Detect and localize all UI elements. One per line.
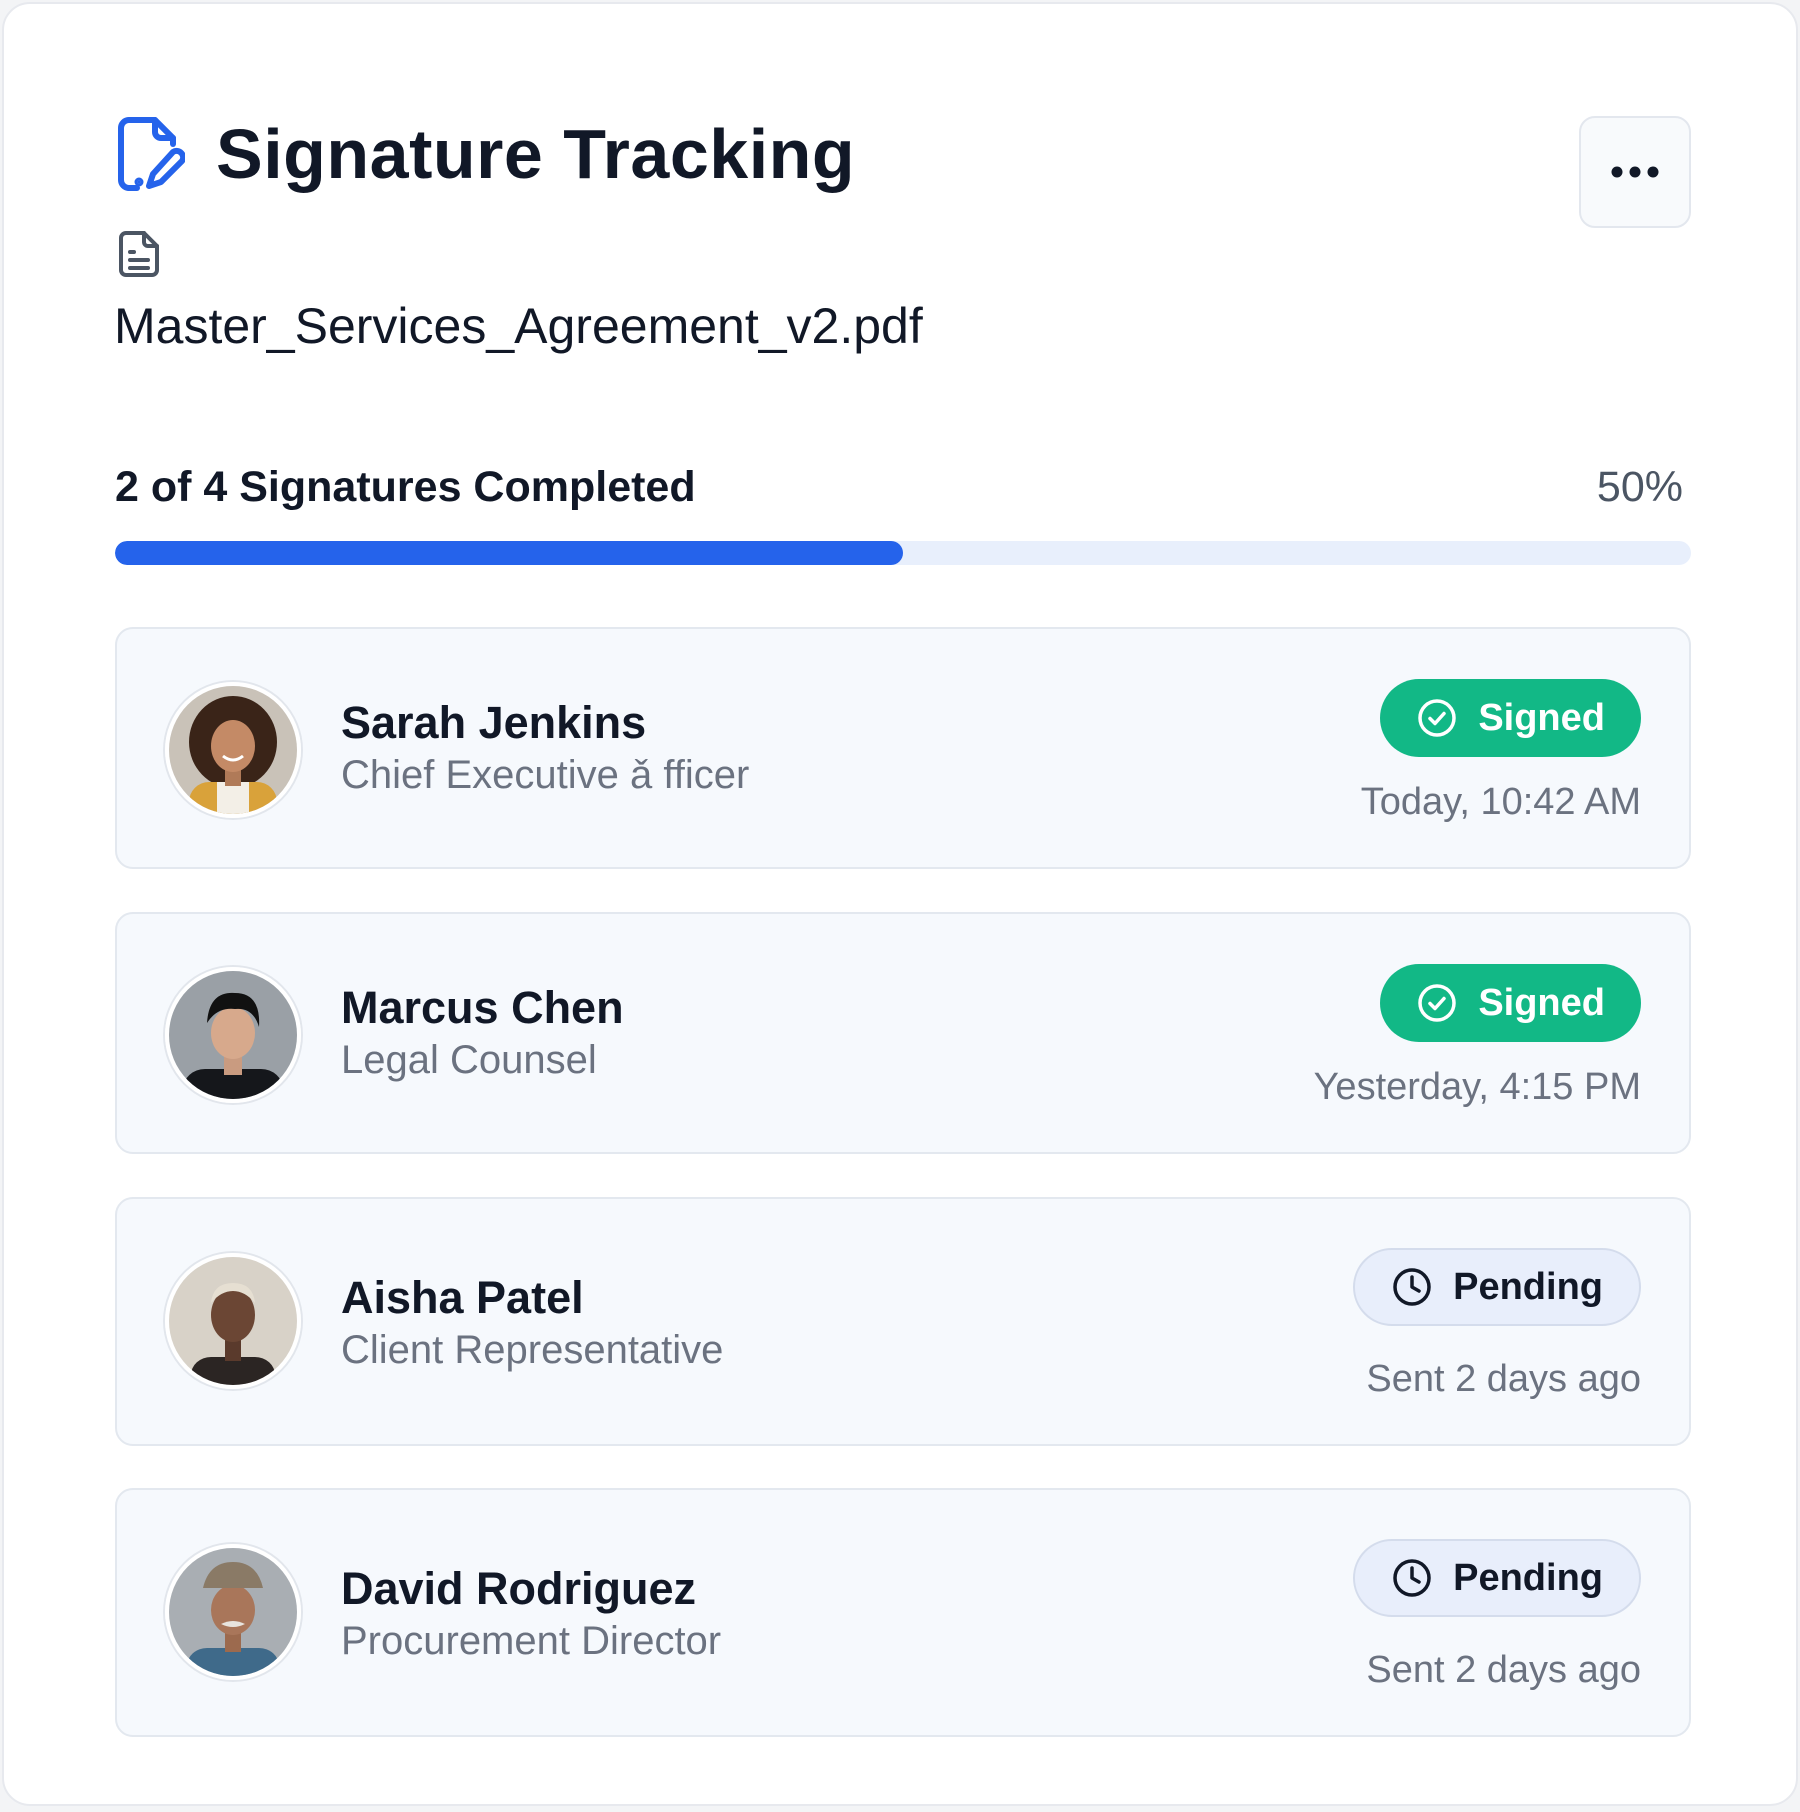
progress-percent: 50% [1596,463,1683,511]
check-circle-icon [1418,699,1457,737]
status-label: Signed [1478,696,1605,739]
status-time: Sent 2 days ago [1366,1649,1641,1691]
signer-role: Procurement Director [341,1619,722,1663]
signer-role: Client Representative [341,1328,724,1372]
avatar [165,1544,301,1680]
status-badge: Pending [1353,1539,1641,1617]
status-badge: Signed [1380,964,1641,1042]
avatar [165,1253,301,1389]
signer-name: Aisha Patel [341,1272,584,1323]
signer-role: Legal Counsel [341,1038,597,1082]
check-circle-icon [1418,984,1457,1022]
signature-tracking-card: Signature Tracking Master_Services_Agree… [2,2,1798,1806]
file-name[interactable]: Master_Services_Agreement_v2.pdf [114,294,923,358]
progress-bar [115,541,1691,565]
signer-row[interactable]: Marcus Chen Legal Counsel Signed Yesterd… [115,912,1691,1154]
status-label: Pending [1453,1265,1603,1308]
status-time: Sent 2 days ago [1366,1358,1641,1400]
status-label: Pending [1453,1556,1603,1599]
signer-name: Sarah Jenkins [341,697,647,748]
document-signature-icon [117,116,187,192]
more-options-button[interactable] [1579,116,1691,228]
signer-row[interactable]: Sarah Jenkins Chief Executive ǎ fficer S… [115,627,1691,869]
avatar [165,682,301,818]
clock-icon [1393,1268,1431,1306]
signer-name: Marcus Chen [341,982,624,1033]
progress-label: 2 of 4 Signatures Completed [115,463,696,511]
status-time: Yesterday, 4:15 PM [1313,1066,1641,1108]
status-badge: Pending [1353,1248,1641,1326]
document-icon [118,230,160,278]
progress-bar-fill [115,541,903,565]
avatar [165,967,301,1103]
status-label: Signed [1478,981,1605,1024]
status-time: Today, 10:42 AM [1360,781,1641,823]
signer-name: David Rodriguez [341,1563,697,1614]
signer-row[interactable]: Aisha Patel Client Representative Pendin… [115,1197,1691,1446]
more-horizontal-icon [1611,166,1659,178]
status-badge: Signed [1380,679,1641,757]
signer-row[interactable]: David Rodriguez Procurement Director Pen… [115,1488,1691,1737]
signer-role: Chief Executive ǎ fficer [341,753,750,797]
clock-icon [1393,1559,1431,1597]
page-title: Signature Tracking [216,115,856,193]
